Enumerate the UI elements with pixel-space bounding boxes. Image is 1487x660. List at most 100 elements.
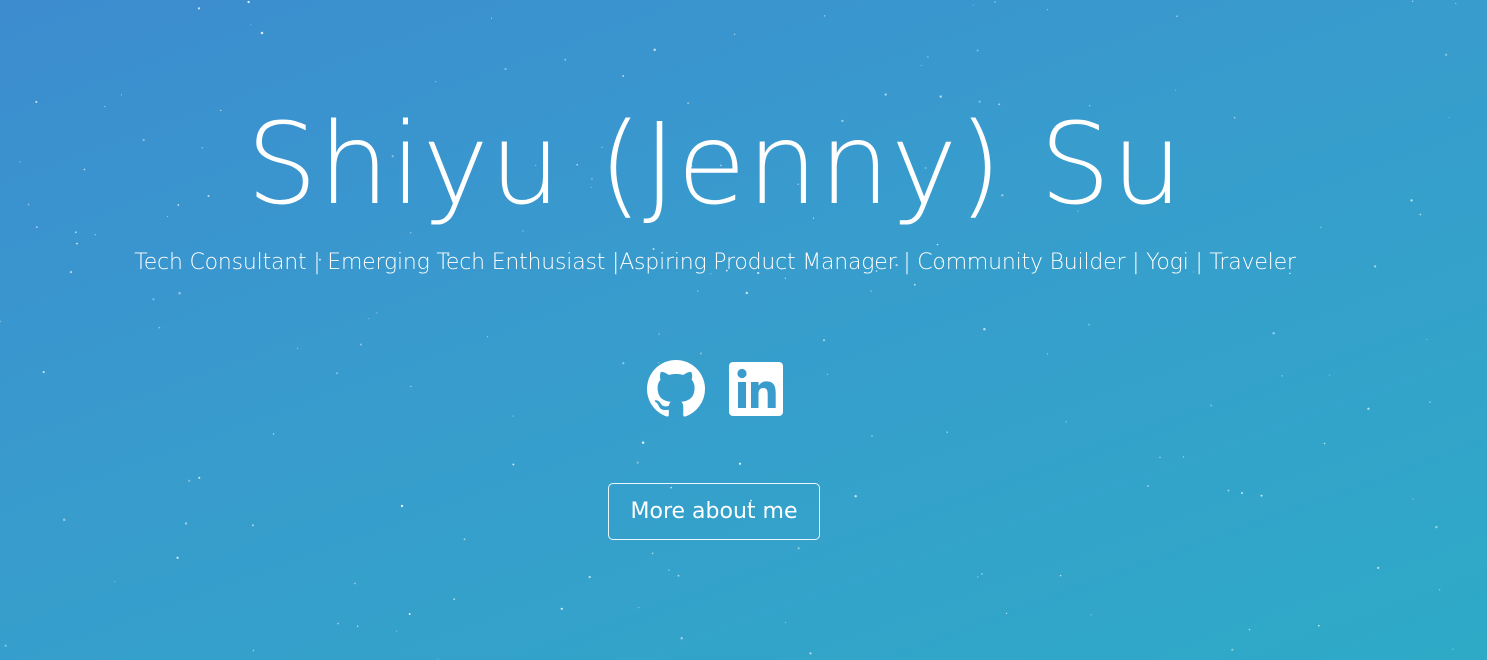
star-dot: [409, 232, 412, 234]
star-dot: [677, 574, 680, 577]
star-dot: [197, 7, 200, 10]
star-dot: [120, 94, 123, 96]
star-dot: [198, 476, 201, 479]
star-dot: [512, 415, 514, 417]
star-dot: [1059, 574, 1062, 577]
linkedin-link[interactable]: [727, 360, 785, 418]
star-dot: [272, 433, 275, 435]
star-dot: [250, 24, 252, 26]
star-dot: [408, 612, 411, 616]
star-dot: [251, 524, 254, 527]
star-dot: [152, 298, 155, 301]
star-dot: [336, 372, 339, 375]
star-dot: [994, 1, 996, 3]
star-dot: [1455, 2, 1457, 4]
star-dot: [1317, 624, 1320, 627]
star-dot: [410, 385, 412, 388]
star-dot: [1323, 442, 1326, 445]
star-dot: [337, 622, 339, 625]
github-icon: [647, 360, 705, 417]
star-dot: [176, 556, 179, 559]
star-field-background: [0, 0, 1457, 660]
star-dot: [504, 68, 507, 71]
star-dot: [1429, 401, 1431, 403]
star-dot: [622, 74, 625, 77]
star-dot: [178, 291, 181, 295]
star-dot: [1438, 589, 1441, 591]
star-dot: [668, 569, 670, 572]
star-dot: [972, 4, 974, 6]
star-dot: [636, 461, 639, 464]
star-dot: [854, 494, 857, 498]
star-dot: [1367, 407, 1370, 410]
social-links: [647, 360, 785, 418]
star-dot: [983, 327, 986, 331]
star-dot: [622, 362, 625, 365]
star-dot: [400, 504, 404, 508]
star-dot: [0, 320, 2, 323]
star-dot: [920, 65, 922, 67]
star-dot: [870, 290, 872, 292]
star-dot: [936, 243, 939, 246]
star-dot: [738, 462, 742, 465]
star-dot: [42, 371, 45, 374]
star-dot: [396, 630, 398, 632]
star-dot: [1146, 484, 1150, 488]
star-dot: [368, 318, 370, 320]
star-dot: [1005, 612, 1008, 615]
star-dot: [1329, 374, 1331, 376]
star-dot: [1426, 338, 1428, 341]
star-dot: [1231, 648, 1234, 651]
star-dot: [1159, 456, 1161, 459]
star-dot: [588, 576, 591, 579]
star-dot: [1260, 494, 1263, 497]
star-dot: [884, 93, 887, 96]
star-dot: [809, 652, 812, 655]
star-dot: [745, 291, 749, 295]
star-dot: [76, 242, 78, 245]
github-link[interactable]: [647, 360, 705, 418]
star-dot: [784, 621, 786, 624]
star-dot: [976, 49, 979, 52]
linkedin-icon: [729, 362, 783, 416]
star-dot: [823, 15, 826, 17]
star-dot: [296, 347, 299, 350]
star-dot: [247, 0, 250, 4]
star-dot: [486, 336, 489, 338]
star-dot: [696, 290, 699, 292]
star-dot: [260, 31, 264, 35]
star-dot: [1065, 421, 1067, 423]
more-about-me-button[interactable]: More about me: [608, 483, 820, 540]
star-dot: [927, 56, 929, 58]
star-dot: [1227, 489, 1230, 492]
star-dot: [491, 17, 493, 19]
star-dot: [826, 373, 829, 375]
star-dot: [651, 552, 654, 555]
star-dot: [1047, 353, 1049, 355]
star-dot: [252, 649, 255, 652]
star-dot: [1448, 116, 1450, 118]
star-dot: [638, 606, 640, 609]
star-dot: [354, 582, 356, 585]
star-dot: [522, 230, 524, 232]
star-dot: [913, 283, 916, 286]
star-dot: [797, 547, 800, 550]
star-dot: [1411, 0, 1414, 2]
star-dot: [359, 343, 362, 346]
star-dot: [977, 576, 979, 578]
tagline: Tech Consultant | Emerging Tech Enthusia…: [134, 250, 1296, 275]
star-dot: [62, 518, 66, 521]
star-dot: [699, 352, 702, 355]
star-dot: [939, 95, 942, 98]
star-dot: [356, 625, 359, 627]
star-dot: [1435, 525, 1438, 529]
star-dot: [658, 333, 660, 335]
star-dot: [981, 573, 983, 575]
star-dot: [733, 33, 736, 36]
star-dot: [680, 637, 683, 640]
star-dot: [435, 81, 437, 83]
star-dot: [453, 598, 456, 601]
star-dot: [1444, 53, 1448, 56]
star-dot: [437, 658, 439, 660]
star-dot: [653, 48, 656, 52]
